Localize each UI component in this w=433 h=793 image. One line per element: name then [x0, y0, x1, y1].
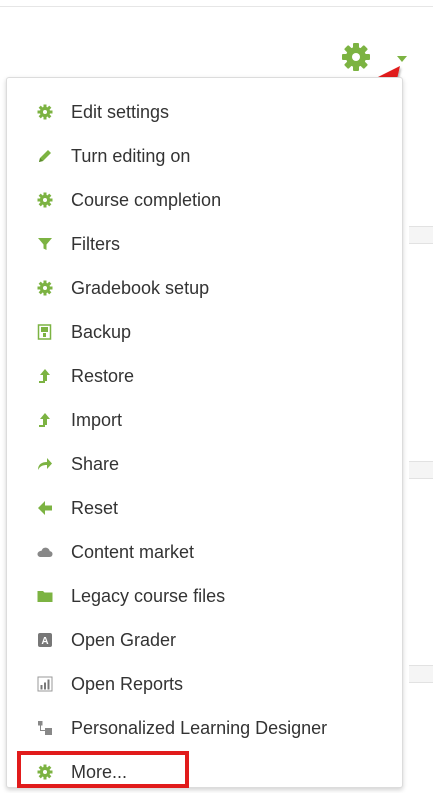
svg-text:A: A — [41, 636, 48, 647]
menu-item-label: Reset — [71, 497, 119, 518]
folder-icon — [37, 588, 53, 604]
background-section-bar — [409, 665, 433, 683]
course-admin-dropdown-menu: Edit settings Turn editing on Course com… — [6, 77, 403, 788]
menu-item-import[interactable]: Import — [37, 408, 122, 432]
cloud-icon — [37, 544, 53, 560]
menu-item-restore[interactable]: Restore — [37, 364, 134, 388]
gear-icon — [37, 764, 53, 780]
menu-item-label: Personalized Learning Designer — [71, 717, 328, 738]
menu-item-share[interactable]: Share — [37, 452, 119, 476]
menu-item-open-grader[interactable]: A Open Grader — [37, 628, 176, 652]
designer-icon — [37, 720, 53, 736]
upload-arrow-icon — [37, 368, 53, 384]
menu-item-label: Open Reports — [71, 673, 184, 694]
settings-gear-icon[interactable] — [341, 42, 371, 72]
menu-item-content-market[interactable]: Content market — [37, 540, 194, 564]
background-section-bar — [409, 461, 433, 479]
menu-item-turn-editing-on[interactable]: Turn editing on — [37, 144, 190, 168]
menu-item-label: Restore — [71, 365, 135, 386]
pencil-icon — [37, 148, 53, 164]
menu-item-label: Gradebook setup — [71, 277, 210, 298]
menu-item-label: Turn editing on — [71, 145, 191, 166]
menu-item-label: Share — [71, 453, 120, 474]
background-section-bar — [409, 226, 433, 244]
menu-item-label: Course completion — [71, 189, 222, 210]
menu-item-label: Content market — [71, 541, 195, 562]
menu-item-label: Filters — [71, 233, 120, 254]
dropdown-caret-icon[interactable] — [397, 56, 407, 62]
gear-icon — [37, 104, 53, 120]
top-divider — [0, 0, 433, 7]
filter-icon — [37, 236, 53, 252]
share-arrow-icon — [37, 456, 53, 472]
grader-icon: A — [37, 632, 53, 648]
bar-chart-icon — [37, 676, 53, 692]
menu-item-label: Open Grader — [71, 629, 177, 650]
menu-item-more[interactable]: More... — [37, 760, 127, 784]
gear-icon — [37, 280, 53, 296]
gear-icon — [37, 192, 53, 208]
back-arrow-icon — [37, 500, 53, 516]
backup-file-icon — [37, 324, 53, 340]
menu-item-course-completion[interactable]: Course completion — [37, 188, 221, 212]
menu-item-label: Import — [71, 409, 123, 430]
upload-arrow-icon — [37, 412, 53, 428]
menu-item-personalized-learning-designer[interactable]: Personalized Learning Designer — [37, 716, 327, 740]
menu-item-open-reports[interactable]: Open Reports — [37, 672, 183, 696]
menu-item-label: Backup — [71, 321, 132, 342]
menu-item-reset[interactable]: Reset — [37, 496, 118, 520]
menu-item-filters[interactable]: Filters — [37, 232, 120, 256]
menu-item-edit-settings[interactable]: Edit settings — [37, 100, 169, 124]
menu-item-label: More... — [71, 761, 128, 782]
menu-item-backup[interactable]: Backup — [37, 320, 131, 344]
menu-item-label: Edit settings — [71, 101, 170, 122]
menu-item-legacy-course-files[interactable]: Legacy course files — [37, 584, 225, 608]
menu-item-label: Legacy course files — [71, 585, 226, 606]
menu-item-gradebook-setup[interactable]: Gradebook setup — [37, 276, 209, 300]
